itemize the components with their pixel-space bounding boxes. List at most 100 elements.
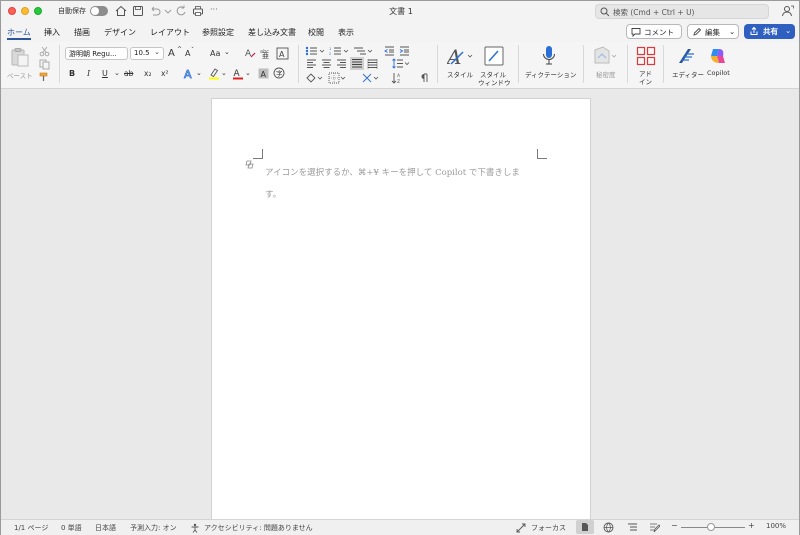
justify-icon[interactable] [350, 57, 364, 70]
document-page[interactable] [211, 98, 591, 520]
strikethrough-button[interactable]: ab [124, 69, 133, 78]
bold-button[interactable]: B [69, 69, 75, 78]
accessibility-icon [191, 523, 199, 533]
tab-home[interactable]: ホーム [7, 27, 31, 38]
maximize-window-button[interactable] [34, 7, 42, 15]
sensitivity-icon[interactable] [593, 46, 617, 66]
line-spacing-icon[interactable] [392, 58, 412, 69]
minimize-window-button[interactable] [21, 7, 29, 15]
copy-icon[interactable] [39, 59, 50, 70]
home-icon[interactable] [114, 4, 128, 18]
multilevel-list-icon[interactable] [353, 46, 375, 56]
editor-icon[interactable] [676, 46, 698, 66]
show-formatting-marks-icon[interactable] [418, 72, 430, 84]
font-size-chevron-down-icon: ⌄ [154, 48, 160, 56]
paste-label: ペースト [7, 72, 33, 80]
edit-mode-button[interactable]: 編集 ⌄ [687, 24, 739, 39]
edit-chevron-down-icon: ⌄ [729, 27, 736, 36]
increase-indent-icon[interactable] [399, 46, 410, 56]
font-color-icon[interactable]: A [232, 67, 244, 80]
shrink-font-button[interactable]: A [185, 49, 190, 58]
undo-dropdown-icon[interactable] [161, 4, 175, 18]
tab-view[interactable]: 表示 [338, 27, 354, 38]
highlight-icon[interactable] [208, 67, 220, 80]
search-icon [600, 7, 610, 17]
tab-mailings[interactable]: 差し込み文書 [248, 27, 296, 38]
svg-text:A: A [261, 70, 267, 79]
superscript-button[interactable]: x² [161, 69, 168, 78]
text-effects-icon[interactable]: A [183, 67, 195, 80]
character-border-icon[interactable]: A [276, 47, 289, 60]
comment-icon [631, 28, 641, 37]
font-size-select[interactable]: 10.5 ⌄ [130, 47, 164, 60]
tab-references[interactable]: 参照設定 [202, 27, 234, 38]
align-right-icon[interactable] [336, 59, 347, 69]
print-icon[interactable] [191, 4, 205, 18]
zoom-out-button[interactable]: − [671, 521, 678, 530]
tab-layout[interactable]: レイアウト [150, 27, 190, 38]
margin-corner-top-right [537, 149, 547, 159]
predictive-text-status[interactable]: 予測入力: オン [130, 523, 177, 533]
distributed-icon[interactable] [367, 59, 378, 69]
italic-button[interactable]: I [87, 69, 90, 78]
outline-view-icon[interactable] [627, 522, 638, 533]
font-color-chevron-down-icon: ⌄ [245, 69, 251, 77]
undo-icon[interactable] [148, 4, 162, 18]
enclosed-character-icon[interactable]: 字 [273, 67, 285, 79]
zoom-level[interactable]: 100% [766, 522, 786, 530]
language-status[interactable]: 日本語 [95, 523, 116, 533]
borders-icon[interactable] [328, 72, 348, 84]
subscript-button[interactable]: x₂ [144, 69, 151, 78]
copilot-draft-icon[interactable] [244, 159, 255, 170]
add-ins-icon[interactable] [636, 46, 656, 66]
tab-design[interactable]: デザイン [104, 27, 136, 38]
page-count[interactable]: 1/1 ページ [14, 523, 48, 533]
accessibility-status[interactable]: アクセシビリティ: 問題ありません [204, 523, 313, 533]
format-painter-icon[interactable] [39, 72, 50, 83]
autosave-toggle[interactable] [90, 6, 108, 16]
underline-button[interactable]: U [102, 69, 108, 78]
shading-icon[interactable] [305, 72, 325, 84]
copilot-icon[interactable] [708, 46, 728, 66]
save-icon[interactable] [131, 4, 145, 18]
bullets-icon[interactable] [305, 46, 327, 56]
account-icon[interactable] [781, 4, 795, 18]
focus-mode-button[interactable]: フォーカス [531, 523, 566, 533]
zoom-in-button[interactable]: + [748, 521, 755, 530]
shrink-font-caret-icon: ˇ [191, 47, 194, 54]
microphone-icon[interactable] [541, 45, 557, 67]
word-count[interactable]: 0 単語 [61, 523, 82, 533]
close-window-button[interactable] [8, 7, 16, 15]
clear-formatting-icon[interactable]: A [244, 47, 256, 59]
zoom-slider-thumb[interactable] [707, 523, 715, 531]
cut-icon[interactable] [39, 46, 50, 57]
ribbon-separator [437, 45, 438, 83]
asian-layout-icon[interactable] [361, 72, 381, 84]
redo-icon[interactable] [174, 4, 188, 18]
more-options-icon[interactable]: ··· [210, 5, 218, 14]
share-button[interactable]: 共有 ⌄ [744, 24, 795, 39]
tab-insert[interactable]: 挿入 [44, 27, 60, 38]
web-layout-icon[interactable] [603, 522, 614, 533]
title-bar: 自動保存 ··· 文書 1 検索 (Cmd + Ctrl + U) [1, 1, 799, 21]
comment-button[interactable]: コメント [626, 24, 682, 39]
text-effects-chevron-down-icon: ⌄ [196, 69, 202, 77]
print-layout-view-button[interactable] [576, 520, 594, 534]
styles-pane-icon[interactable] [484, 46, 504, 66]
change-case-button[interactable]: Aa [210, 49, 220, 58]
align-center-icon[interactable] [321, 59, 332, 69]
character-shading-icon[interactable]: A [258, 68, 269, 79]
align-left-icon[interactable] [306, 59, 317, 69]
sort-icon[interactable]: A Z [391, 72, 403, 84]
search-box[interactable]: 検索 (Cmd + Ctrl + U) [595, 4, 769, 19]
decrease-indent-icon[interactable] [384, 46, 395, 56]
styles-icon[interactable]: A [447, 46, 473, 66]
tab-review[interactable]: 校閲 [308, 27, 324, 38]
paste-icon[interactable] [9, 46, 31, 68]
grow-font-button[interactable]: A [168, 48, 175, 59]
draft-view-icon[interactable] [649, 522, 660, 533]
font-name-select[interactable]: 游明朝 Regu... [65, 47, 128, 60]
tab-draw[interactable]: 描画 [74, 27, 90, 38]
numbering-icon[interactable]: 1 2 [329, 46, 351, 56]
phonetic-guide-icon[interactable]: abc 亜 [260, 47, 272, 59]
